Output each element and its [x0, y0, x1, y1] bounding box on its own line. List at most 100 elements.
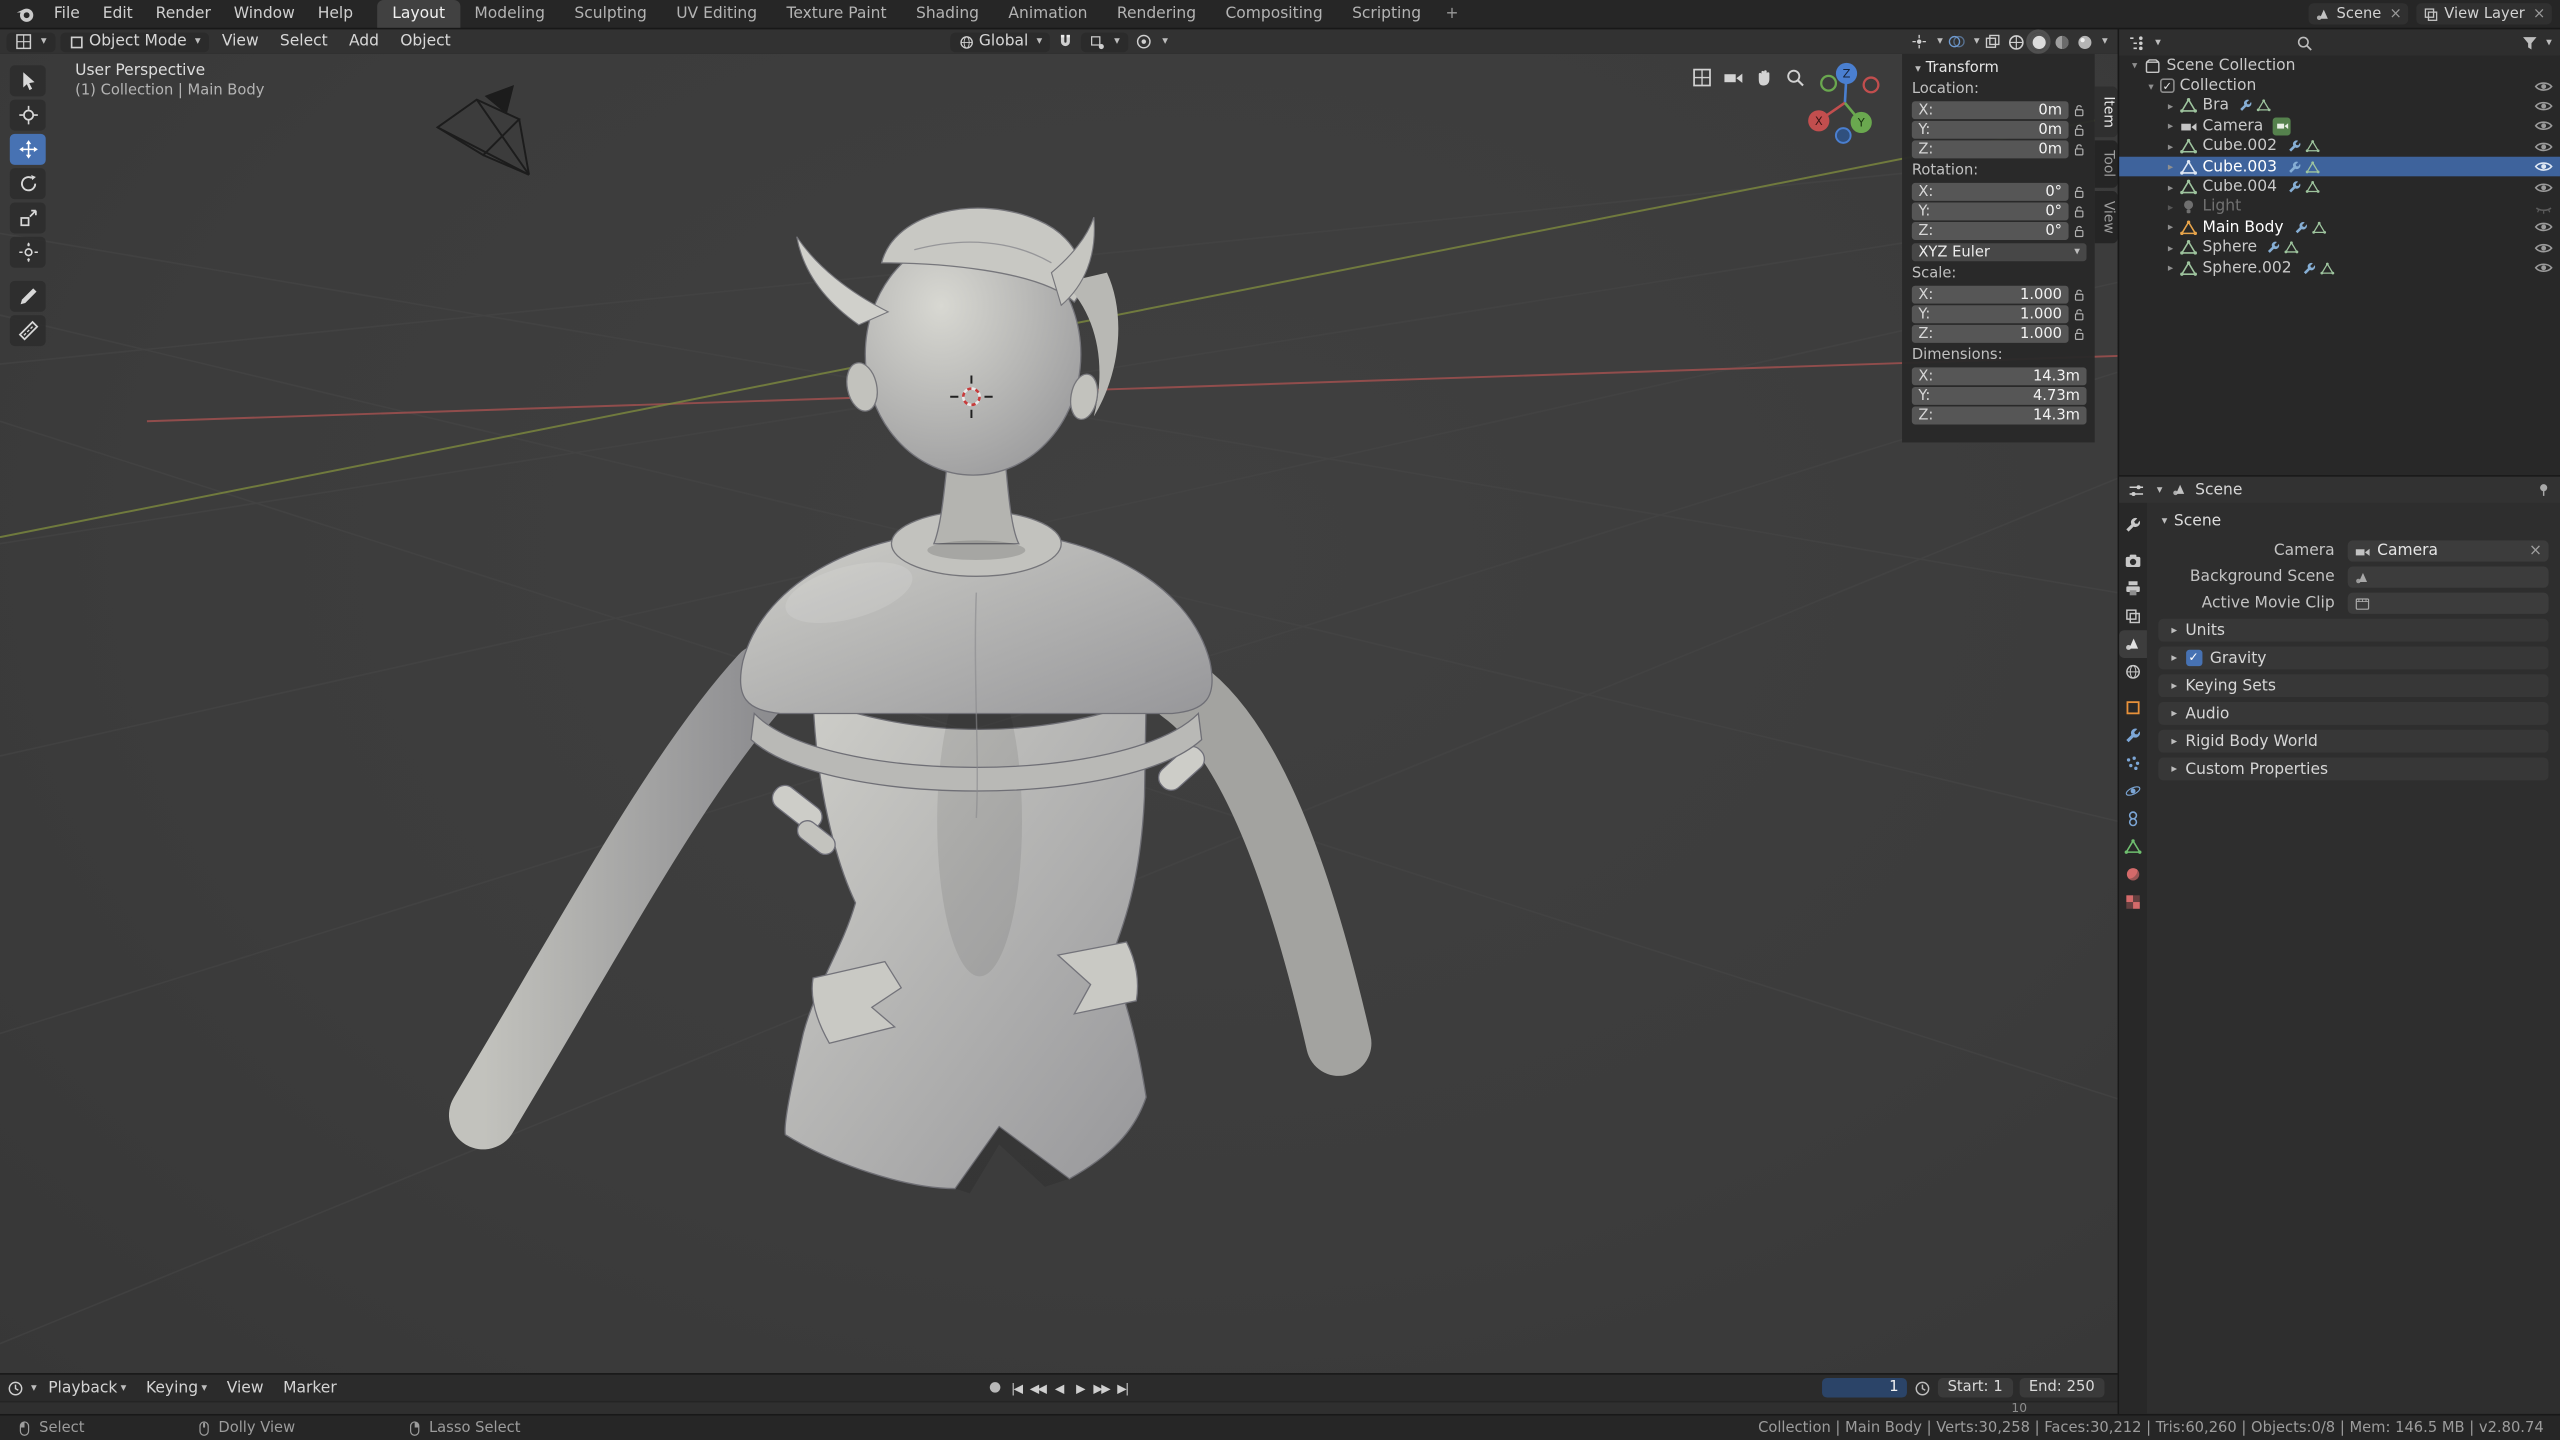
timeline-editor-icon[interactable] [7, 1379, 25, 1397]
jump-to-end-button[interactable]: ▶| [1113, 1380, 1133, 1395]
disclosure-icon[interactable]: ▸ [2163, 160, 2178, 173]
tab-modifiers[interactable] [2119, 722, 2147, 750]
disclosure-icon[interactable]: ▸ [2163, 100, 2178, 113]
show-gizmos-button[interactable] [1911, 33, 1929, 51]
tab-texture[interactable] [2119, 888, 2147, 916]
blender-logo-icon[interactable] [8, 0, 42, 28]
lock-icon[interactable] [2072, 122, 2087, 137]
dimensions-y-field[interactable]: Y: 4.73m [1911, 386, 2087, 405]
snap-settings-dropdown[interactable]: ▾ [1081, 31, 1129, 52]
eye-icon[interactable] [2534, 218, 2554, 238]
rotation-x-field[interactable]: X: 0° [1911, 182, 2069, 201]
dimensions-z-field[interactable]: Z: 14.3m [1911, 406, 2087, 425]
rotation-y-field[interactable]: Y: 0° [1911, 202, 2069, 221]
gravity-checkbox[interactable]: ✓ [2185, 649, 2202, 667]
outliner-row-collection[interactable]: ▾ ✓ Collection [2119, 76, 2560, 96]
disclosure-icon[interactable]: ▸ [2163, 120, 2178, 133]
filter-icon[interactable] [2522, 33, 2540, 51]
camera-field[interactable]: Camera × [2347, 540, 2549, 562]
menu-keying[interactable]: Keying ▾ [138, 1379, 215, 1397]
proportional-editing-button[interactable] [1135, 33, 1153, 51]
workspace-tab-modeling[interactable]: Modeling [460, 0, 560, 28]
frame-start-field[interactable]: Start: 1 [1937, 1377, 2013, 1398]
menu-playback[interactable]: Playback ▾ [40, 1379, 135, 1397]
tool-transform[interactable] [9, 236, 46, 268]
shading-solid-button[interactable] [2026, 29, 2052, 54]
frame-end-field[interactable]: End: 250 [2019, 1377, 2105, 1398]
eye-icon[interactable] [2534, 117, 2554, 137]
dimensions-x-field[interactable]: X: 14.3m [1911, 367, 2087, 386]
show-overlays-button[interactable] [1948, 33, 1966, 51]
location-z-field[interactable]: Z: 0m [1911, 140, 2069, 159]
background-scene-field[interactable] [2347, 566, 2549, 588]
active-movie-clip-field[interactable] [2347, 592, 2549, 614]
tab-render[interactable] [2119, 547, 2147, 575]
tab-material[interactable] [2119, 860, 2147, 888]
search-icon[interactable] [2295, 33, 2313, 51]
rotation-z-field[interactable]: Z: 0° [1911, 222, 2069, 240]
tab-output[interactable] [2119, 575, 2147, 603]
model-main-body[interactable] [448, 207, 1372, 1194]
editor-type-selector[interactable]: ▾ [6, 31, 55, 52]
outliner-item-cube-002[interactable]: ▸ Cube.002 [2119, 136, 2560, 156]
disclosure-icon[interactable]: ▸ [2163, 201, 2178, 214]
sidebar-tab-tool[interactable]: Tool [2094, 140, 2118, 188]
disclosure-icon[interactable]: ▾ [2144, 79, 2159, 92]
menu-view[interactable]: View [214, 33, 267, 51]
outliner-item-sphere-002[interactable]: ▸ Sphere.002 [2119, 258, 2560, 278]
eye-icon[interactable] [2534, 157, 2554, 177]
workspace-tab-compositing[interactable]: Compositing [1211, 0, 1338, 28]
toggle-projection-button[interactable] [1691, 67, 1712, 88]
outliner-item-main-body[interactable]: ▸ Main Body [2119, 217, 2560, 237]
disclosure-icon[interactable]: ▸ [2163, 140, 2178, 153]
add-workspace-button[interactable]: + [1436, 0, 1469, 28]
section-rigid-body-world[interactable]: ▸ Rigid Body World [2158, 729, 2549, 753]
tool-scale[interactable] [9, 202, 46, 234]
disclosure-icon[interactable]: ▸ [2163, 241, 2178, 254]
play-button[interactable]: ▶ [1070, 1380, 1090, 1395]
outliner-item-cube-003[interactable]: ▸ Cube.003 [2119, 156, 2560, 177]
tab-object-data[interactable] [2119, 833, 2147, 861]
mode-dropdown[interactable]: Object Mode ▾ [59, 31, 209, 52]
workspace-tab-sculpting[interactable]: Sculpting [560, 0, 662, 28]
unlink-view-layer-icon[interactable]: × [2533, 6, 2545, 22]
tab-particles[interactable] [2119, 749, 2147, 777]
disclosure-icon[interactable]: ▸ [2163, 261, 2178, 274]
snap-toggle-button[interactable] [1057, 33, 1075, 51]
eye-icon[interactable] [2534, 177, 2554, 197]
location-x-field[interactable]: X: 0m [1911, 101, 2069, 120]
outliner-item-cube-004[interactable]: ▸ Cube.004 [2119, 177, 2560, 197]
section-audio[interactable]: ▸ Audio [2158, 702, 2549, 725]
location-y-field[interactable]: Y: 0m [1911, 120, 2069, 139]
workspace-tab-texture-paint[interactable]: Texture Paint [772, 0, 901, 28]
scale-z-field[interactable]: Z: 1.000 [1911, 324, 2069, 343]
eye-icon[interactable] [2534, 96, 2554, 116]
section-keying-sets[interactable]: ▸ Keying Sets [2158, 674, 2549, 698]
workspace-tab-layout[interactable]: Layout [377, 0, 460, 28]
camera-object[interactable] [435, 84, 530, 176]
menu-view-timeline[interactable]: View [219, 1379, 272, 1397]
tab-view-layer[interactable] [2119, 602, 2147, 630]
tab-object[interactable] [2119, 694, 2147, 722]
section-gravity[interactable]: ▸ ✓ Gravity [2158, 646, 2549, 670]
eye-icon[interactable] [2534, 238, 2554, 258]
pin-icon[interactable] [2536, 482, 2552, 498]
eye-icon[interactable] [2534, 137, 2554, 157]
menu-object[interactable]: Object [392, 33, 459, 51]
tab-constraints[interactable] [2119, 805, 2147, 833]
menu-window[interactable]: Window [222, 0, 306, 28]
section-units[interactable]: ▸ Units [2158, 618, 2549, 642]
workspace-tab-rendering[interactable]: Rendering [1102, 0, 1211, 28]
current-frame-field[interactable]: 1 [1821, 1377, 1907, 1398]
workspace-tab-animation[interactable]: Animation [994, 0, 1102, 28]
navigation-gizmo[interactable]: Z X Y [1796, 54, 1894, 155]
scale-x-field[interactable]: X: 1.000 [1911, 285, 2069, 304]
view-layer-selector[interactable]: View Layer × [2416, 3, 2552, 25]
rotation-mode-dropdown[interactable]: XYZ Euler ▾ [1911, 243, 2087, 262]
outliner-editor-icon[interactable] [2127, 33, 2145, 51]
pan-view-button[interactable] [1753, 67, 1774, 88]
workspace-tab-shading[interactable]: Shading [901, 0, 993, 28]
lock-icon[interactable] [2072, 287, 2087, 302]
menu-render[interactable]: Render [144, 0, 222, 28]
next-keyframe-button[interactable]: ▶▶ [1091, 1380, 1111, 1395]
